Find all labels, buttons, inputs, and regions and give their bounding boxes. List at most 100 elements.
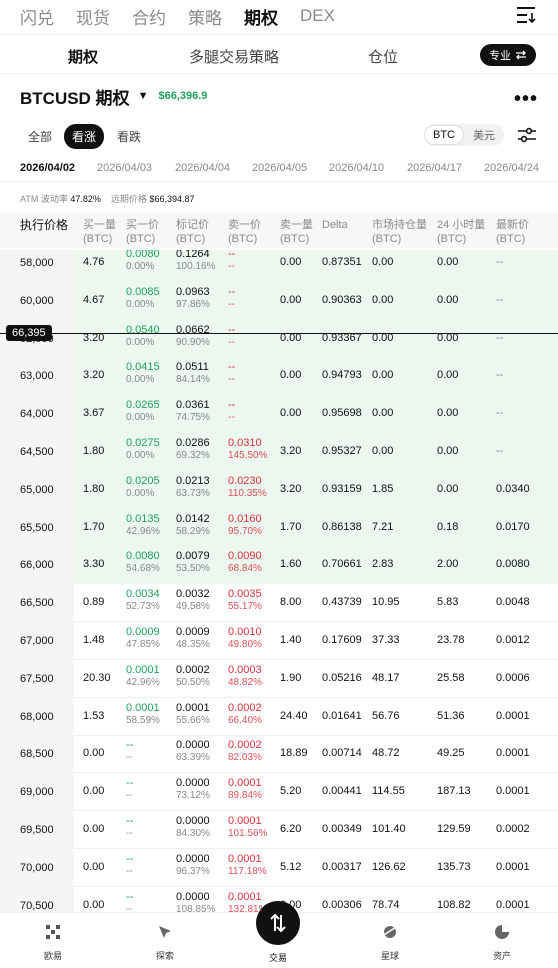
table-row[interactable]: 63,000 3.20 0.0415 0.00% 0.0511 84.14% -- -- 0.0… xyxy=(0,357,558,396)
table-row[interactable]: 62,0003.200.05400.00%0.066290.90%----0.0… xyxy=(0,319,558,358)
table-row[interactable]: 67,000 1.48 0.0009 47.85% 0.0009 48.35% 0.0010… xyxy=(0,622,558,660)
bid-price: -- xyxy=(126,739,134,752)
row-body[interactable]: 3.20 0.0540 0.00% 0.0662 90.90% -- -- 0.00 0.933… xyxy=(74,319,558,358)
row-body[interactable]: 0.00 -- -- 0.0000 96.37% 0.0001 117.18% 5.12 0.0… xyxy=(74,849,558,887)
expiry-tab[interactable]: 2026/04/24 xyxy=(484,162,539,174)
subtab-multileg-strategy[interactable]: 多腿交易策略 xyxy=(189,46,279,67)
delta: 0.95327 xyxy=(322,445,362,457)
open-interest: 1.85 xyxy=(372,482,394,495)
last-price: 0.0048 xyxy=(496,596,530,609)
tab-options[interactable]: 期权 xyxy=(244,4,278,29)
table-row[interactable]: 66,500 0.89 0.0034 52.73% 0.0032 49.58% 0.0035… xyxy=(0,584,558,623)
row-body[interactable]: 0.00----0.0000108.85%0.0001132.81%0.000.… xyxy=(74,887,558,912)
ask-qty: 3.20 xyxy=(280,482,302,495)
row-body[interactable]: 0.00 -- -- 0.0000 63.39% 0.0002 82.03% 18.89 0.0… xyxy=(74,735,558,774)
mark-price: 0.0000 xyxy=(176,739,210,752)
pro-mode-button[interactable]: 专业 xyxy=(480,44,536,66)
bid-qty: 3.30 xyxy=(83,558,105,571)
bid-price: -- xyxy=(126,815,134,827)
bid-price: 0.0275 xyxy=(126,437,160,449)
bottom-tab-explore[interactable]: 探索 xyxy=(135,923,195,962)
volume-24h: 0.00 xyxy=(437,445,459,457)
row-body[interactable]: 1.80 0.0275 0.00% 0.0286 69.32% 0.0310 145.50%… xyxy=(74,433,558,471)
table-row[interactable]: 58,000 4.76 0.0080 0.00% 0.1264 100.16% -- -- 0.… xyxy=(0,250,558,282)
mark-price: 0.1264 xyxy=(176,250,210,260)
expiry-tab[interactable]: 2026/04/17 xyxy=(407,162,462,174)
table-row[interactable]: 65,000 1.80 0.0205 0.00% 0.0213 63.73% 0.0230 1… xyxy=(0,470,558,509)
filter-calls[interactable]: 看涨 xyxy=(64,124,105,149)
row-body[interactable]: 1.48 0.0009 47.85% 0.0009 48.35% 0.0010 49.80%… xyxy=(74,622,558,660)
menu-swap-icon[interactable] xyxy=(516,6,536,24)
mark-iv: 53.50% xyxy=(176,563,210,575)
bid-qty: 1.48 xyxy=(83,634,105,646)
row-body[interactable]: 4.67 0.0085 0.00% 0.0963 97.86% -- -- 0.00 0.903… xyxy=(74,281,558,320)
strike-price: 69,000 xyxy=(0,773,74,812)
ask-iv: -- xyxy=(228,298,235,310)
unit-usd[interactable]: 美元 xyxy=(464,127,504,143)
volume-24h: 49.25 xyxy=(437,747,465,760)
tab-dex[interactable]: DEX xyxy=(300,6,335,26)
row-body[interactable]: 0.00 -- -- 0.0000 84.30% 0.0001 101.56% 6.20 0.0… xyxy=(74,811,558,849)
table-row[interactable]: 69,500 0.00 -- -- 0.0000 84.30% 0.0001 101.56% 6… xyxy=(0,811,558,849)
table-row[interactable]: 65,500 1.70 0.0135 42.96% 0.0142 58.29% 0.0160… xyxy=(0,508,558,547)
bottom-tab-bar: 欧易 探索 交易 星球 资产 xyxy=(0,901,558,968)
header-strike[interactable]: 执行价格 xyxy=(20,218,68,232)
bid-qty: 0.00 xyxy=(83,860,105,873)
table-row[interactable]: 67,500 20.30 0.0001 42.96% 0.0002 50.50% 0.000… xyxy=(0,659,558,698)
bottom-tab-assets[interactable]: 资产 xyxy=(472,923,532,962)
bottom-tab-planet[interactable]: 星球 xyxy=(360,923,420,962)
table-row[interactable]: 69,000 0.00 -- -- 0.0000 73.12% 0.0001 89.84% 5.… xyxy=(0,773,558,812)
expiry-tab[interactable]: 2026/04/02 xyxy=(20,162,75,174)
sliders-icon[interactable] xyxy=(518,127,536,143)
filter-puts[interactable]: 看跌 xyxy=(117,128,141,145)
expiry-tab[interactable]: 2026/04/05 xyxy=(252,162,307,174)
table-row[interactable]: 64,000 3.67 0.0265 0.00% 0.0361 74.75% -- -- 0.0… xyxy=(0,395,558,434)
row-body[interactable]: 1.53 0.0001 58.59% 0.0001 55.66% 0.0002 66.40%… xyxy=(74,698,558,736)
ask-iv: -- xyxy=(228,412,235,424)
unit-toggle[interactable]: BTC 美元 xyxy=(424,124,504,146)
row-body[interactable]: 0.00 -- -- 0.0000 73.12% 0.0001 89.84% 5.20 0.00… xyxy=(74,773,558,812)
bottom-tab-okx[interactable]: 欧易 xyxy=(23,923,83,962)
expiry-tab[interactable]: 2026/04/03 xyxy=(97,162,152,174)
row-body[interactable]: 20.30 0.0001 42.96% 0.0002 50.50% 0.0003 48.82… xyxy=(74,660,558,698)
more-dots-icon[interactable]: ••• xyxy=(514,88,538,111)
trade-button[interactable] xyxy=(256,901,300,945)
row-body[interactable]: 3.67 0.0265 0.00% 0.0361 74.75% -- -- 0.00 0.956… xyxy=(74,395,558,434)
bottom-tab-label: 交易 xyxy=(268,953,287,963)
tab-spot[interactable]: 现货 xyxy=(76,4,110,29)
table-row[interactable]: 68,000 1.53 0.0001 58.59% 0.0001 55.66% 0.0002… xyxy=(0,697,558,736)
row-body[interactable]: 1.70 0.0135 42.96% 0.0142 58.29% 0.0160 95.70%… xyxy=(74,508,558,547)
expiry-tab[interactable]: 2026/04/04 xyxy=(175,162,230,174)
bid-qty: 1.80 xyxy=(83,482,105,495)
table-row[interactable]: 60,000 4.67 0.0085 0.00% 0.0963 97.86% -- -- 0.0… xyxy=(0,281,558,320)
strike-price: 68,000 xyxy=(0,697,74,736)
subtab-positions[interactable]: 仓位 xyxy=(368,46,398,67)
instrument-selector[interactable]: BTCUSD 期权 ▼ $66,396.9 xyxy=(20,84,207,108)
delta: 0.43739 xyxy=(322,596,362,609)
ask-price: 0.0010 xyxy=(228,626,262,638)
ask-price: 0.0002 xyxy=(228,701,262,714)
tab-flash-swap[interactable]: 闪兑 xyxy=(20,4,54,29)
table-row[interactable]: 66,000 3.30 0.0080 54.68% 0.0079 53.50% 0.0090… xyxy=(0,546,558,585)
mark-price: 0.0000 xyxy=(176,815,210,827)
delta: 0.93159 xyxy=(322,482,362,495)
row-body[interactable]: 1.80 0.0205 0.00% 0.0213 63.73% 0.0230 110.35%… xyxy=(74,470,558,509)
table-row[interactable]: 68,500 0.00 -- -- 0.0000 63.39% 0.0002 82.03% 18… xyxy=(0,735,558,774)
subtab-options[interactable]: 期权 xyxy=(68,46,98,67)
table-row[interactable]: 70,000 0.00 -- -- 0.0000 96.37% 0.0001 117.18% 5… xyxy=(0,848,558,887)
unit-btc[interactable]: BTC xyxy=(424,125,464,145)
row-body[interactable]: 3.30 0.0080 54.68% 0.0079 53.50% 0.0090 68.84%… xyxy=(74,546,558,585)
bid-qty: 1.80 xyxy=(83,445,105,457)
row-body[interactable]: 0.89 0.0034 52.73% 0.0032 49.58% 0.0035 55.17%… xyxy=(74,584,558,623)
mark-price: 0.0000 xyxy=(176,777,210,790)
expiry-tab[interactable]: 2026/04/10 xyxy=(329,162,384,174)
table-row[interactable]: 64,500 1.80 0.0275 0.00% 0.0286 69.32% 0.0310 1… xyxy=(0,433,558,471)
ask-iv: 49.80% xyxy=(228,639,262,650)
tab-futures[interactable]: 合约 xyxy=(132,4,166,29)
row-body[interactable]: 3.20 0.0415 0.00% 0.0511 84.14% -- -- 0.00 0.947… xyxy=(74,357,558,396)
bid-iv: 0.00% xyxy=(126,374,155,386)
filter-all[interactable]: 全部 xyxy=(28,128,52,145)
ask-qty: 5.20 xyxy=(280,785,302,798)
tab-strategy[interactable]: 策略 xyxy=(188,4,222,29)
row-body[interactable]: 4.76 0.0080 0.00% 0.1264 100.16% -- -- 0.00 0.87… xyxy=(74,250,558,282)
